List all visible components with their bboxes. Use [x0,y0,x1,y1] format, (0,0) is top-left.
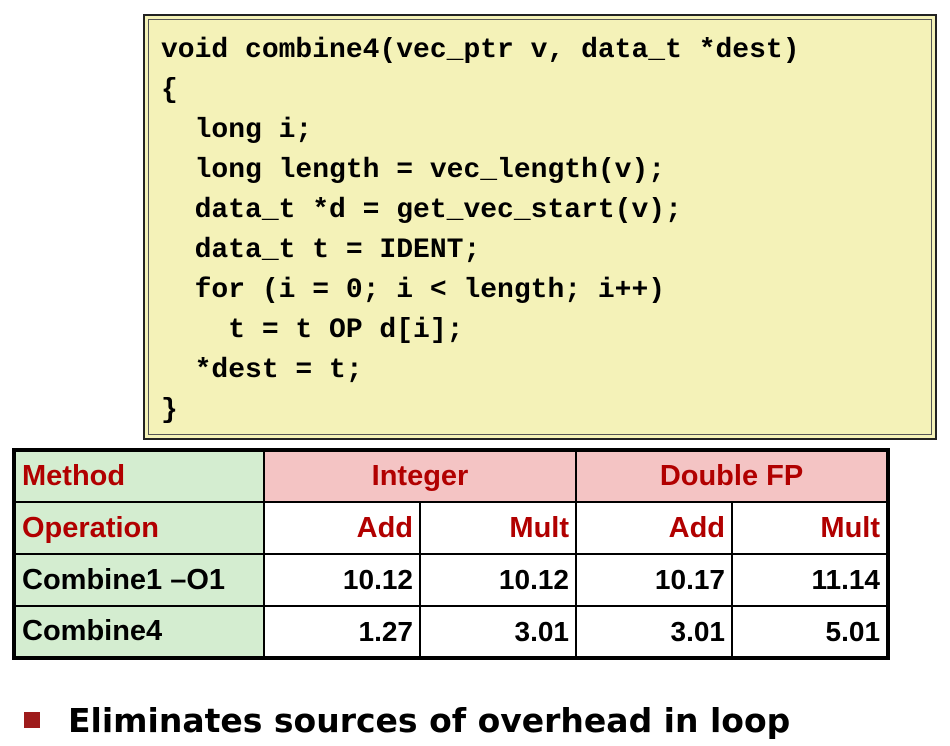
op-fp-mult: Mult [730,501,890,555]
op-int-add: Add [263,501,421,555]
code-line: data_t *d = get_vec_start(v); [161,195,682,226]
code-line: long length = vec_length(v); [161,155,666,186]
code-listing-box: void combine4(vec_ptr v, data_t *dest){ … [143,14,937,440]
code-line: long i; [161,115,313,146]
table-header-row: Method Integer Double FP [13,449,890,503]
op-int-mult: Mult [419,501,577,555]
bullet-point: Eliminates sources of overhead in loop [24,698,790,742]
table-cell: 3.01 [575,605,733,659]
integer-header: Integer [263,449,577,503]
code-line: { [161,75,178,106]
table-row: Combine4 1.27 3.01 3.01 5.01 [13,605,890,659]
code-line: t = t OP d[i]; [161,315,464,346]
bullet-text: Eliminates sources of overhead in loop [68,700,791,740]
table-cell: 1.27 [263,605,421,659]
performance-table: Method Integer Double FP Operation Add M… [12,448,891,660]
code-listing: void combine4(vec_ptr v, data_t *dest){ … [161,31,800,431]
table-cell: 3.01 [419,605,577,659]
table-cell: 10.12 [419,553,577,607]
row-name: Combine4 [13,605,265,659]
table-cell: 5.01 [730,605,890,659]
table-row: Combine1 –O1 10.12 10.12 10.17 11.14 [13,553,890,607]
table-cell: 11.14 [730,553,890,607]
op-fp-add: Add [575,501,733,555]
row-name: Combine1 –O1 [13,553,265,607]
code-line: *dest = t; [161,355,363,386]
code-line: } [161,395,178,426]
table-cell: 10.17 [575,553,733,607]
table-cell: 10.12 [263,553,421,607]
code-line: void combine4(vec_ptr v, data_t *dest) [161,35,800,66]
code-line: for (i = 0; i < length; i++) [161,275,666,306]
table-operation-row: Operation Add Mult Add Mult [13,501,890,555]
method-header: Method [13,449,265,503]
code-line: data_t t = IDENT; [161,235,481,266]
operation-header: Operation [13,501,265,555]
square-bullet-icon [24,712,40,728]
double-fp-header: Double FP [574,449,890,503]
